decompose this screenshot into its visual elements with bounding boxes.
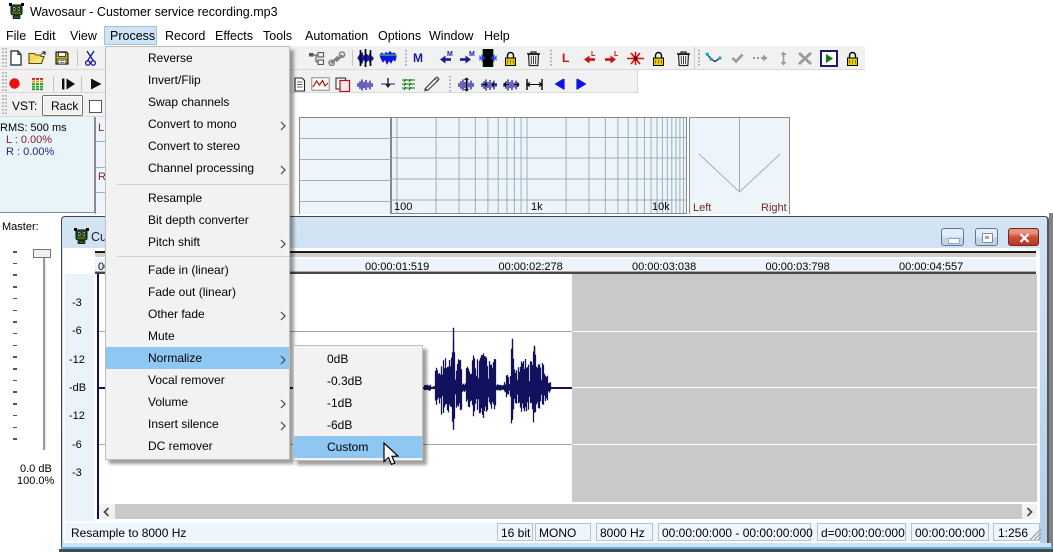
svg-text:M: M	[469, 51, 475, 58]
svg-text:L: L	[591, 51, 596, 58]
svg-text:L: L	[614, 51, 619, 58]
svg-text:M: M	[447, 51, 453, 58]
